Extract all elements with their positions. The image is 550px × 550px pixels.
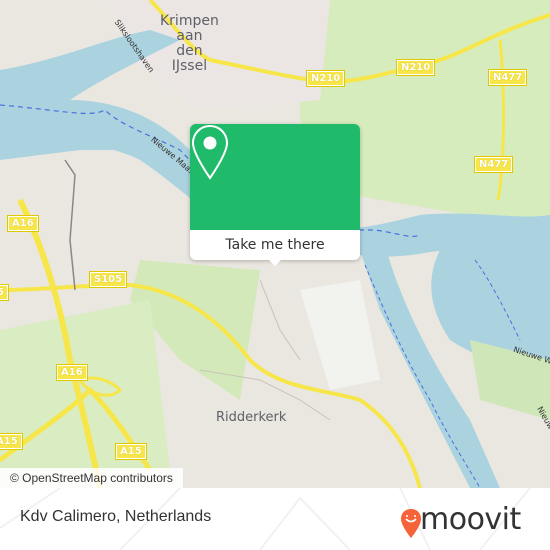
popup-footer: Take me there — [190, 230, 360, 260]
take-me-there-button[interactable]: Take me there — [190, 230, 360, 260]
place-label-ridderkerk: Ridderkerk — [216, 410, 287, 425]
road-label-a15: A15 — [0, 433, 23, 450]
moovit-pin-icon — [401, 509, 421, 538]
place-label-krimpen: Krimpen aan den IJssel — [160, 14, 219, 74]
location-popup: Take me there — [190, 124, 360, 266]
place-label-line: Krimpen — [160, 13, 219, 29]
place-label-line: IJssel — [171, 58, 208, 74]
map[interactable]: Krimpen aan den IJssel Ridderkerk N210 N… — [0, 0, 550, 488]
map-pin-icon — [191, 124, 229, 180]
moovit-wordmark: moovit — [420, 502, 521, 537]
road-label-a16: A16 — [56, 364, 88, 381]
map-attribution[interactable]: © OpenStreetMap contributors — [0, 468, 183, 488]
place-label-line: den — [176, 43, 203, 59]
road-label-n210: N210 — [395, 59, 436, 76]
popup-pointer — [268, 259, 282, 266]
place-name: Kdv Calimero, Netherlands — [20, 508, 212, 525]
road-label-s105: S105 — [88, 271, 128, 288]
road-label-a15: A15 — [115, 443, 147, 460]
road-label-n477: N477 — [473, 156, 514, 173]
road-label-a16: A16 — [7, 215, 39, 232]
road-label-n477: N477 — [487, 69, 528, 86]
popup-header — [190, 124, 360, 230]
place-label-line: aan — [176, 28, 203, 44]
footer: Kdv Calimero, Netherlands moovit — [0, 488, 550, 550]
road-label-s105: 05 — [0, 284, 9, 301]
road-label-n210: N210 — [305, 70, 346, 87]
